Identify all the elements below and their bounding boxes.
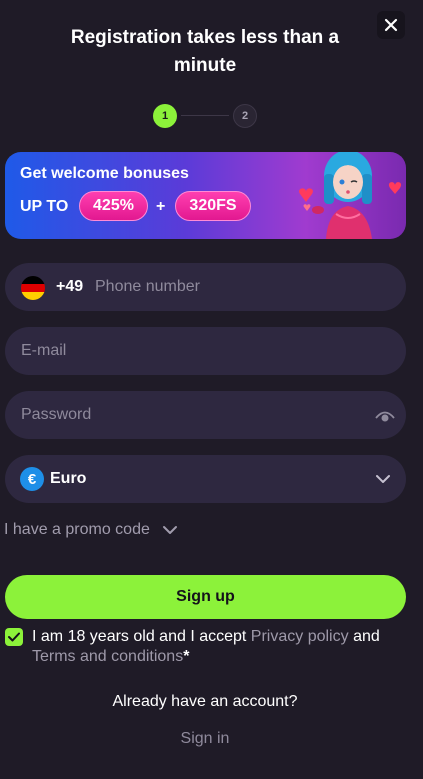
banner-up-to: UP TO [20, 198, 69, 215]
page-title: Registration takes less than a minute [70, 27, 340, 76]
banner-title: Get welcome bonuses [20, 165, 189, 182]
banner-plus: + [156, 198, 166, 215]
promo-code-label[interactable]: I have a promo code [4, 521, 150, 539]
phone-prefix[interactable]: +49 [56, 278, 83, 296]
step-1: 1 [153, 104, 177, 128]
consent-and: and [353, 628, 380, 645]
already-have-account-text: Already have an account? [112, 693, 298, 710]
step-indicator: 1 2 [153, 104, 257, 128]
eye-icon[interactable] [374, 406, 396, 424]
consent-text: I am 18 years old and I accept Privacy p… [32, 627, 402, 667]
terms-link[interactable]: Terms and conditions [32, 648, 183, 665]
password-field[interactable]: Password [5, 391, 406, 439]
phone-field[interactable]: +49 Phone number [5, 263, 406, 311]
close-icon [384, 18, 398, 32]
currency-select[interactable]: € Euro [5, 455, 406, 503]
welcome-bonus-banner: Get welcome bonuses UP TO 425% + 320FS [5, 152, 406, 239]
sign-up-button[interactable]: Sign up [5, 575, 406, 619]
privacy-policy-link[interactable]: Privacy policy [251, 628, 349, 645]
password-input-placeholder[interactable]: Password [21, 406, 91, 424]
consent-statement: I am 18 years old and I accept [32, 628, 247, 645]
email-input-placeholder[interactable]: E-mail [21, 342, 66, 360]
currency-value[interactable]: Euro [50, 470, 86, 488]
age-consent-checkbox[interactable] [5, 628, 23, 646]
email-field[interactable]: E-mail [5, 327, 406, 375]
germany-flag-icon[interactable] [21, 276, 45, 300]
step-connector [181, 115, 229, 116]
free-spins-pill: 320FS [175, 191, 251, 221]
sign-in-link[interactable]: Sign in [0, 730, 410, 748]
checkmark-icon [8, 632, 20, 642]
chevron-down-icon[interactable] [375, 473, 391, 485]
character-illustration [299, 152, 402, 239]
euro-icon: € [20, 467, 44, 491]
bonus-percent-pill: 425% [79, 191, 148, 221]
chevron-down-icon[interactable] [162, 524, 178, 536]
required-mark: * [183, 648, 190, 665]
close-button[interactable] [377, 11, 405, 39]
promo-code-toggle[interactable]: I have a promo code [4, 521, 178, 539]
phone-input-placeholder[interactable]: Phone number [95, 278, 200, 296]
step-2: 2 [233, 104, 257, 128]
